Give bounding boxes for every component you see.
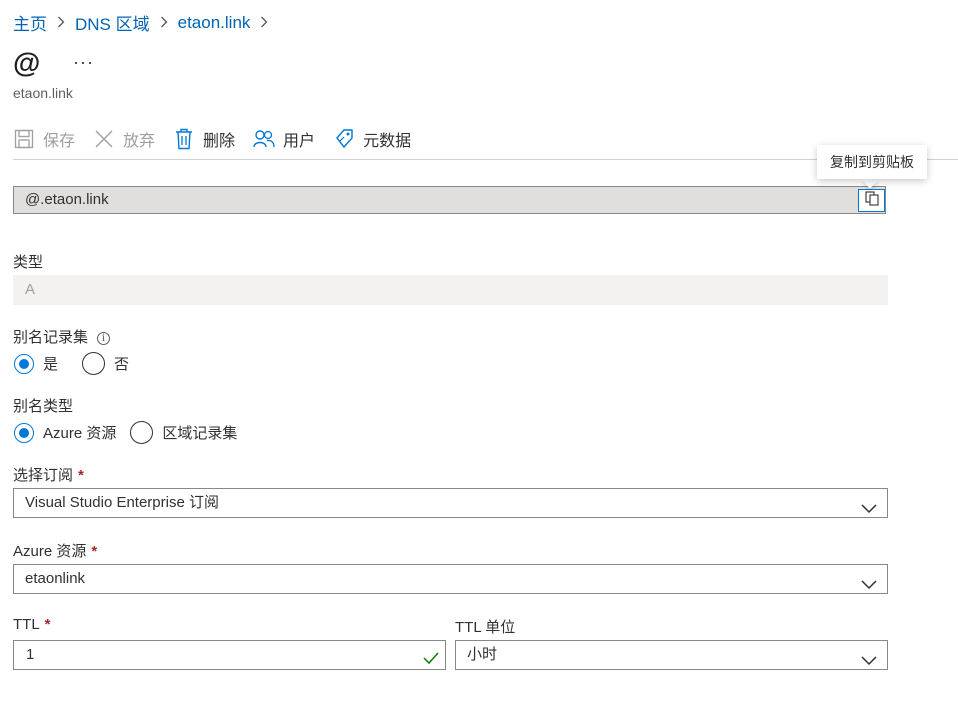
radio-unselected-icon (130, 421, 154, 444)
metadata-button[interactable]: 元数据 (333, 127, 411, 151)
ttl-unit-dropdown[interactable]: 小时 (455, 640, 888, 670)
radio-selected-icon (14, 353, 34, 374)
close-icon (93, 128, 115, 150)
type-label: 类型 (13, 254, 44, 271)
alias-type-azure-label: Azure 资源 (43, 425, 117, 442)
users-label: 用户 (283, 133, 316, 150)
command-bar: 保存 放弃 删除 用户 元数据 (13, 125, 429, 153)
delete-label: 删除 (203, 133, 236, 150)
alias-type-radio-group: Azure 资源 区域记录集 (14, 421, 251, 444)
chevron-down-icon (861, 572, 877, 600)
ttl-unit-label: TTL 单位 (455, 619, 516, 636)
ttl-label: TTL (13, 616, 40, 633)
chevron-right-icon (57, 15, 65, 31)
save-button[interactable]: 保存 (13, 127, 75, 151)
discard-button[interactable]: 放弃 (93, 127, 155, 151)
info-icon[interactable]: i (97, 331, 111, 345)
chevron-down-icon (861, 496, 877, 524)
alias-type-zone-label: 区域记录集 (162, 425, 238, 442)
more-options-button[interactable]: ··· (73, 52, 94, 73)
alias-yes-radio[interactable]: 是 (14, 353, 58, 374)
save-icon (13, 128, 35, 150)
alias-type-label: 别名类型 (13, 398, 74, 415)
alias-no-radio[interactable]: 否 (82, 352, 129, 375)
azure-resource-label: Azure 资源 (13, 543, 87, 560)
copy-icon (864, 191, 879, 210)
breadcrumb-zone[interactable]: etaon.link (178, 13, 251, 33)
alias-record-set-label: 别名记录集 (13, 329, 89, 346)
type-field: A (13, 275, 888, 305)
ttl-unit-value: 小时 (467, 646, 498, 663)
chevron-right-icon (160, 15, 168, 31)
alias-record-set-radio-group: 是 否 (14, 352, 143, 375)
metadata-label: 元数据 (363, 133, 412, 150)
discard-label: 放弃 (123, 133, 156, 150)
subscription-label: 选择订阅 (13, 467, 74, 484)
radio-selected-icon (14, 422, 34, 443)
azure-resource-value: etaonlink (25, 570, 86, 587)
copy-tooltip: 复制到剪贴板 (817, 145, 927, 179)
copy-to-clipboard-button[interactable] (858, 189, 885, 212)
required-marker: * (44, 616, 51, 633)
chevron-down-icon (861, 648, 877, 676)
users-icon (253, 128, 275, 150)
ttl-value: 1 (26, 646, 35, 663)
breadcrumb-dns-zones[interactable]: DNS 区域 (75, 10, 150, 35)
azure-resource-dropdown[interactable]: etaonlink (13, 564, 888, 594)
radio-unselected-icon (82, 352, 106, 375)
alias-type-azure-radio[interactable]: Azure 资源 (14, 422, 116, 443)
breadcrumb: 主页 DNS 区域 etaon.link (13, 10, 278, 35)
record-name-field: @.etaon.link (13, 186, 886, 214)
trash-icon (173, 128, 195, 150)
required-marker: * (91, 543, 98, 560)
tag-icon (333, 128, 355, 150)
save-label: 保存 (43, 133, 76, 150)
breadcrumb-home[interactable]: 主页 (13, 10, 47, 35)
page-subtitle: etaon.link (13, 85, 73, 101)
checkmark-icon (423, 647, 439, 675)
ttl-input[interactable]: 1 (13, 640, 446, 670)
required-marker: * (78, 467, 84, 484)
subscription-value: Visual Studio Enterprise 订阅 (25, 494, 219, 511)
azure-resource-label-row: Azure 资源 * (13, 540, 97, 561)
alias-record-set-label-row: 别名记录集 i (13, 326, 111, 347)
alias-no-label: 否 (114, 356, 130, 373)
subscription-label-row: 选择订阅 * (13, 464, 84, 485)
delete-button[interactable]: 删除 (173, 127, 235, 151)
alias-type-zone-radio[interactable]: 区域记录集 (130, 421, 237, 444)
chevron-right-icon (260, 15, 268, 31)
users-button[interactable]: 用户 (253, 127, 315, 151)
alias-yes-label: 是 (43, 356, 59, 373)
ttl-label-row: TTL * (13, 616, 51, 633)
page-title: @ (13, 47, 41, 78)
subscription-dropdown[interactable]: Visual Studio Enterprise 订阅 (13, 488, 888, 518)
